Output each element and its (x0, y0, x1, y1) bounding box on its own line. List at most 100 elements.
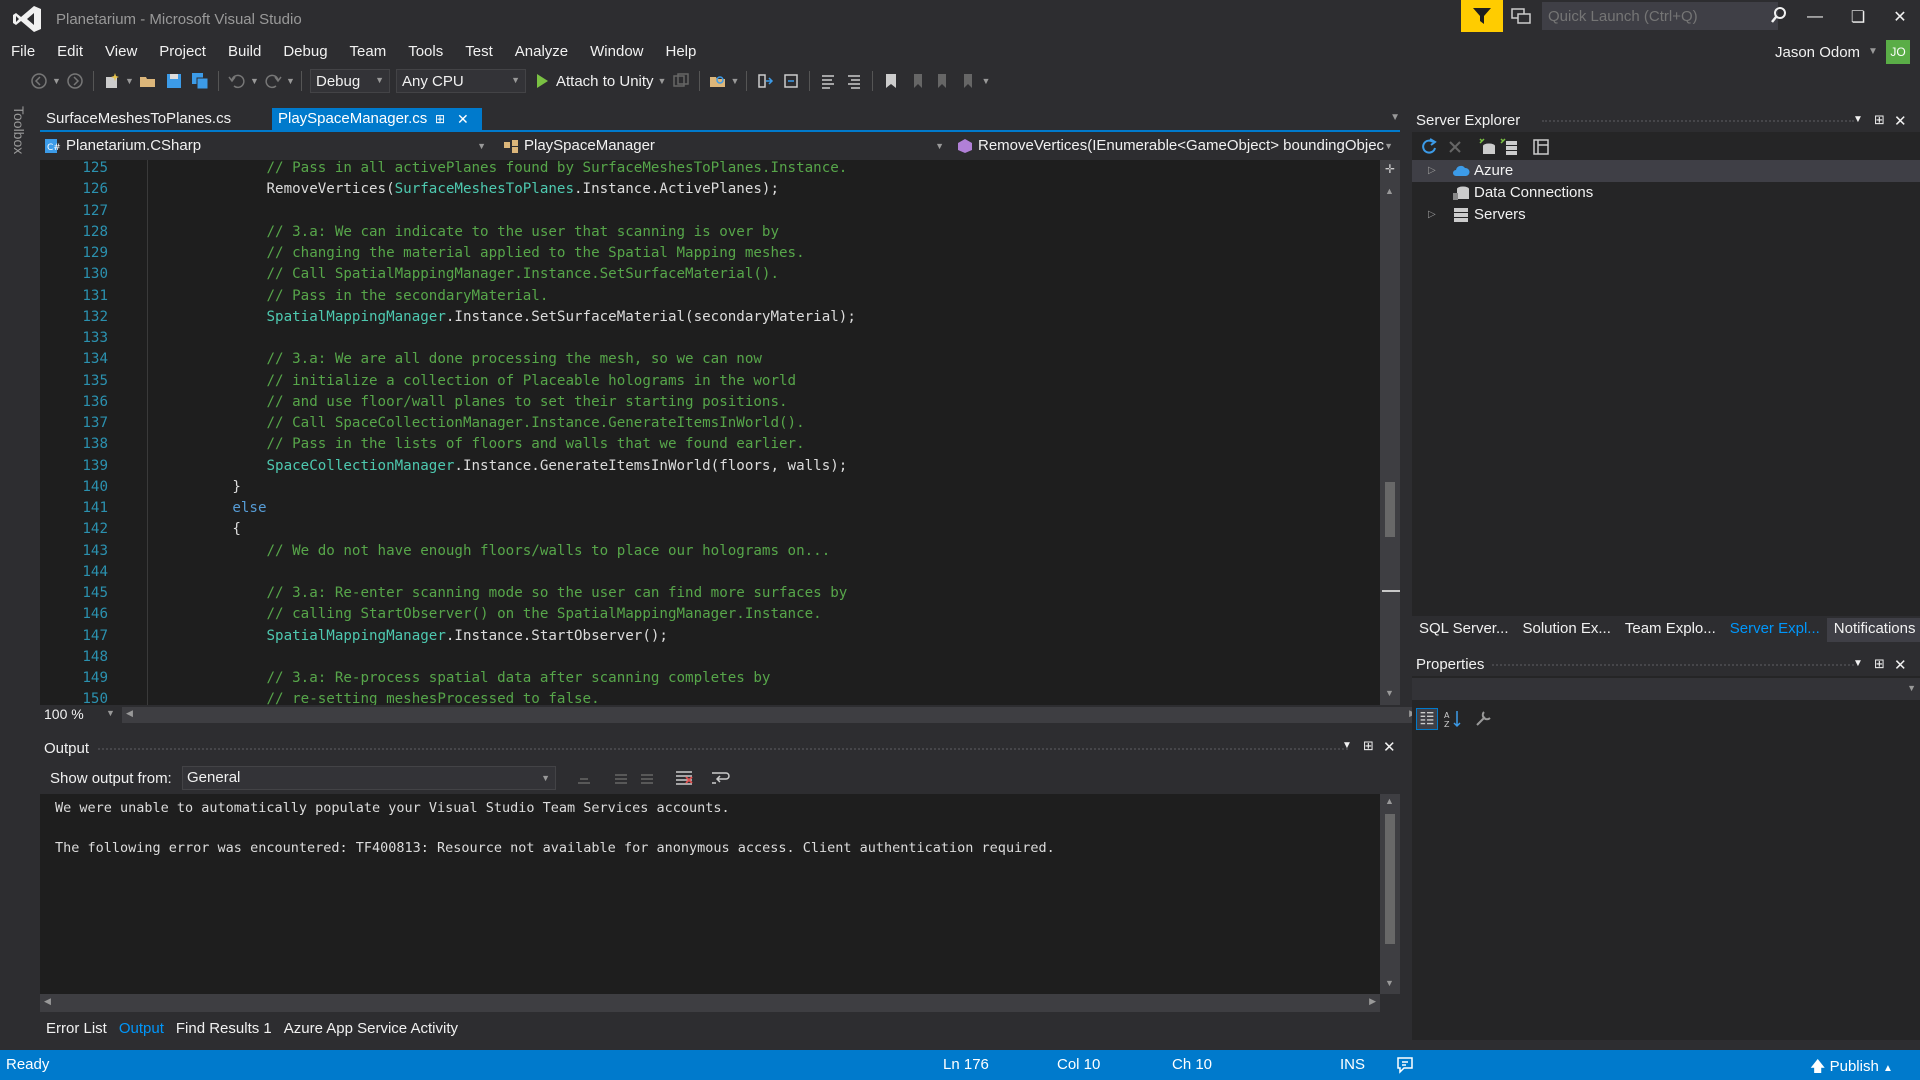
send-feedback-icon[interactable] (1510, 6, 1532, 26)
scroll-down-icon[interactable]: ▼ (1385, 978, 1394, 988)
search-icon[interactable] (1770, 6, 1788, 24)
output-source-select[interactable]: General ▼ (182, 766, 556, 790)
code-line[interactable]: 140 } (40, 477, 1380, 498)
menu-build[interactable]: Build (217, 38, 272, 66)
output-text[interactable]: We were unable to automatically populate… (40, 794, 1380, 994)
minimize-button[interactable]: — (1795, 4, 1835, 30)
user-name[interactable]: Jason Odom (1775, 44, 1860, 61)
chevron-down-icon[interactable]: ▼ (250, 76, 260, 86)
editor-vertical-scrollbar[interactable]: ✛ ▲ ▼ (1380, 160, 1400, 705)
editor-scroll-thumb[interactable] (1385, 482, 1395, 537)
member-select[interactable]: RemoveVertices(IEnumerable<GameObject> b… (952, 135, 1397, 157)
code-line[interactable]: 125 // Pass in all activePlanes found by… (40, 160, 1380, 179)
split-window-icon[interactable]: ✛ (1380, 162, 1400, 178)
code-line[interactable]: 141 else (40, 498, 1380, 519)
menu-analyze[interactable]: Analyze (504, 38, 579, 66)
code-line[interactable]: 128 // 3.a: We can indicate to the user … (40, 222, 1380, 243)
code-line[interactable]: 149 // 3.a: Re-process spatial data afte… (40, 668, 1380, 689)
scroll-down-icon[interactable]: ▼ (1385, 688, 1394, 698)
code-line[interactable]: 129 // changing the material applied to … (40, 243, 1380, 264)
close-window-button[interactable]: ✕ (1880, 4, 1920, 30)
toolbox-tab[interactable]: Toolbox (11, 106, 27, 154)
close-pane-icon[interactable]: ✕ (1383, 738, 1396, 756)
alphabetical-icon[interactable]: AZ (1442, 708, 1464, 730)
restore-button[interactable]: ❏ (1838, 4, 1878, 30)
code-line[interactable]: 130 // Call SpatialMappingManager.Instan… (40, 264, 1380, 285)
quick-launch-input[interactable] (1542, 2, 1778, 30)
code-line[interactable]: 143 // We do not have enough floors/wall… (40, 541, 1380, 562)
code-line[interactable]: 139 SpaceCollectionManager.Instance.Gene… (40, 456, 1380, 477)
find-message-icon[interactable] (575, 769, 593, 787)
tab-azure-app-service-activity[interactable]: Azure App Service Activity (278, 1016, 464, 1042)
tab-notifications[interactable]: Notifications (1826, 618, 1920, 642)
step-over-button[interactable] (780, 70, 802, 92)
pane-options-icon[interactable]: ▼ (1342, 740, 1352, 751)
code-line[interactable]: 144 (40, 562, 1380, 583)
code-line[interactable]: 147 SpatialMappingManager.Instance.Start… (40, 626, 1380, 647)
code-line[interactable]: 136 // and use floor/wall planes to set … (40, 392, 1380, 413)
code-line[interactable]: 127 (40, 201, 1380, 222)
browser-link-button[interactable] (670, 70, 692, 92)
uncomment-lines-button[interactable] (843, 70, 865, 92)
scroll-up-icon[interactable]: ▲ (1385, 796, 1394, 806)
tab-output[interactable]: Output (113, 1016, 170, 1042)
panel-grip[interactable] (1542, 120, 1854, 122)
tab-overflow-icon[interactable]: ▼ (1390, 112, 1400, 123)
panel-grip[interactable] (1492, 664, 1854, 666)
output-scroll-thumb[interactable] (1385, 814, 1395, 944)
stop-refresh-icon[interactable] (1444, 137, 1466, 157)
close-pane-icon[interactable]: ✕ (1894, 656, 1907, 674)
code-line[interactable]: 145 // 3.a: Re-enter scanning mode so th… (40, 583, 1380, 604)
pane-options-icon[interactable]: ▼ (1853, 658, 1863, 669)
tab-surfacemeshestoplanes[interactable]: SurfaceMeshesToPlanes.cs (40, 108, 270, 130)
code-line[interactable]: 142 { (40, 519, 1380, 540)
scroll-left-icon[interactable]: ◀ (126, 708, 133, 719)
undo-button[interactable] (226, 70, 248, 92)
chevron-down-icon[interactable]: ▼ (125, 76, 135, 86)
code-line[interactable]: 132 SpatialMappingManager.Instance.SetSu… (40, 307, 1380, 328)
solution-configuration-select[interactable]: Debug ▼ (310, 69, 390, 93)
code-line[interactable]: 134 // 3.a: We are all done processing t… (40, 349, 1380, 370)
scroll-right-icon[interactable]: ▶ (1369, 996, 1376, 1007)
tab-error-list[interactable]: Error List (40, 1016, 113, 1042)
find-in-files-button[interactable] (707, 70, 729, 92)
menu-project[interactable]: Project (148, 38, 217, 66)
new-project-button[interactable] (101, 70, 123, 92)
code-line[interactable]: 138 // Pass in the lists of floors and w… (40, 434, 1380, 455)
comment-lines-button[interactable] (817, 70, 839, 92)
menu-help[interactable]: Help (655, 38, 708, 66)
tab-playspacemanager[interactable]: PlaySpaceManager.cs ⊞ ✕ (272, 108, 482, 130)
clear-bookmarks-button[interactable] (958, 70, 980, 92)
next-message-icon[interactable] (638, 769, 656, 787)
tab-team-explo[interactable]: Team Explo... (1618, 618, 1723, 642)
toggle-bookmark-button[interactable] (880, 70, 902, 92)
code-editor[interactable]: 125 // Pass in all activePlanes found by… (40, 160, 1400, 705)
save-button[interactable] (163, 70, 185, 92)
connect-to-sharepoint-icon[interactable] (1530, 137, 1552, 157)
tab-server-expl[interactable]: Server Expl... (1723, 618, 1827, 642)
tree-item-azure[interactable]: ▷ Azure (1412, 160, 1920, 182)
tab-find-results-1[interactable]: Find Results 1 (170, 1016, 278, 1042)
code-line[interactable]: 133 (40, 328, 1380, 349)
toolbar-overflow-icon[interactable]: ▼ (982, 76, 992, 86)
expand-arrow-icon[interactable]: ▷ (1428, 160, 1436, 182)
chevron-down-icon[interactable]: ▼ (52, 76, 62, 86)
navigate-back-button[interactable] (28, 70, 50, 92)
navigate-forward-button[interactable] (64, 70, 86, 92)
save-all-button[interactable] (189, 70, 211, 92)
chevron-down-icon[interactable]: ▼ (106, 708, 115, 718)
expand-arrow-icon[interactable]: ▷ (1428, 204, 1436, 226)
categorized-icon[interactable] (1416, 708, 1438, 730)
pane-options-icon[interactable]: ▼ (1853, 114, 1863, 125)
code-line[interactable]: 148 (40, 647, 1380, 668)
chevron-down-icon[interactable]: ▼ (286, 76, 296, 86)
menu-tools[interactable]: Tools (397, 38, 454, 66)
menu-window[interactable]: Window (579, 38, 654, 66)
clear-all-icon[interactable] (674, 768, 694, 788)
project-select[interactable]: C# Planetarium.CSharp ▼ (40, 135, 490, 157)
solution-platform-select[interactable]: Any CPU ▼ (396, 69, 526, 93)
previous-bookmark-button[interactable] (906, 70, 928, 92)
property-pages-icon[interactable] (1472, 708, 1494, 730)
output-horizontal-scrollbar[interactable]: ◀ ▶ (40, 994, 1380, 1012)
toggle-word-wrap-icon[interactable] (710, 768, 730, 788)
